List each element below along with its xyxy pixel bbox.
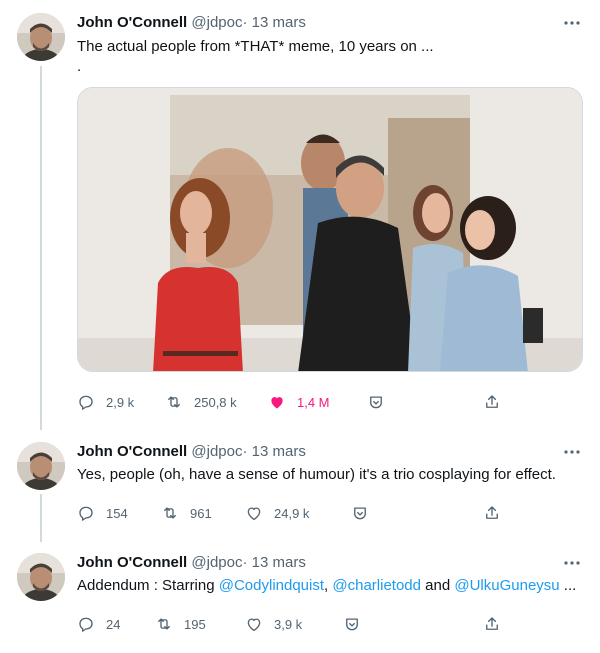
- tweet-text-prefix: Addendum : Starring: [77, 577, 219, 594]
- tweet-date[interactable]: 13 mars: [252, 14, 306, 31]
- author-name[interactable]: John O'Connell: [77, 554, 187, 571]
- tweet-text-line: The actual people from *THAT* meme, 10 y…: [77, 38, 434, 55]
- separator-dot: ·: [242, 443, 248, 460]
- tweet-header: John O'Connell @jdpoc· 13 mars: [77, 13, 306, 33]
- heart-filled-icon: [271, 397, 283, 409]
- avatar[interactable]: [17, 553, 65, 601]
- like-button[interactable]: 3,9 k: [245, 614, 302, 634]
- reply-icon: [79, 506, 93, 521]
- bookmark-button[interactable]: [367, 392, 385, 412]
- retweet-count: 195: [184, 616, 206, 632]
- like-count: 24,9 k: [274, 505, 310, 521]
- retweet-button[interactable]: 250,8 k: [165, 392, 237, 412]
- reply-button[interactable]: 154: [77, 503, 128, 523]
- tweet-text: Yes, people (oh, have a sense of humour)…: [77, 466, 556, 483]
- tweet-header: John O'Connell @jdpoc· 13 mars: [77, 442, 306, 462]
- retweet-count: 250,8 k: [194, 394, 237, 410]
- separator-dot: ·: [242, 14, 248, 31]
- bookmark-button[interactable]: [343, 614, 361, 634]
- retweet-button[interactable]: 195: [155, 614, 206, 634]
- tweet-date[interactable]: 13 mars: [252, 443, 306, 460]
- author-handle[interactable]: @jdpoc: [191, 443, 242, 460]
- tweet-text-suffix: ...: [559, 577, 577, 594]
- retweet-button[interactable]: 961: [161, 503, 212, 523]
- bookmark-icon: [346, 618, 358, 631]
- tweet-actions: 24 195 3,9 k: [77, 614, 517, 634]
- reply-icon: [79, 617, 93, 632]
- tweet[interactable]: John O'Connell @jdpoc· 13 mars Addendum …: [0, 540, 600, 653]
- mention-link[interactable]: @UlkuGuneysu: [454, 577, 559, 594]
- bookmark-icon: [370, 396, 382, 409]
- avatar-photo: [17, 13, 65, 61]
- author-handle[interactable]: @jdpoc: [191, 14, 242, 31]
- tweet-text: The actual people from *THAT* meme, 10 y…: [77, 37, 582, 77]
- reply-count: 24: [106, 616, 121, 632]
- like-button[interactable]: 24,9 k: [245, 503, 309, 523]
- tweet-text-separator: and: [420, 577, 455, 594]
- retweet-icon: [164, 507, 176, 519]
- tweet-text-line: .: [77, 58, 82, 75]
- bookmark-button[interactable]: [351, 503, 369, 523]
- tweet-text: Addendum : Starring @Codylindquist, @cha…: [77, 576, 582, 596]
- reply-count: 2,9 k: [106, 394, 135, 410]
- tweet-date[interactable]: 13 mars: [252, 554, 306, 571]
- tweet-header: John O'Connell @jdpoc· 13 mars: [77, 553, 306, 573]
- avatar-photo: [17, 553, 65, 601]
- more-options-icon[interactable]: [562, 442, 582, 462]
- like-count: 1,4 M: [297, 394, 330, 410]
- share-button[interactable]: [483, 503, 501, 523]
- tweet-media-photo[interactable]: [77, 87, 583, 372]
- share-button[interactable]: [483, 392, 501, 412]
- avatar-photo: [17, 442, 65, 490]
- share-icon: [486, 506, 498, 519]
- reply-button[interactable]: 2,9 k: [77, 392, 134, 412]
- separator-dot: ·: [242, 554, 248, 571]
- tweet[interactable]: John O'Connell @jdpoc· 13 mars The actua…: [0, 0, 600, 430]
- tweet-actions: 2,9 k 250,8 k 1,4 M: [77, 392, 517, 412]
- author-handle[interactable]: @jdpoc: [191, 554, 242, 571]
- reply-icon: [79, 395, 93, 410]
- tweet[interactable]: John O'Connell @jdpoc· 13 mars Yes, peop…: [0, 430, 600, 540]
- share-button[interactable]: [483, 614, 501, 634]
- like-button[interactable]: 1,4 M: [268, 392, 330, 412]
- retweet-count: 961: [190, 505, 212, 521]
- meme-photo: [78, 88, 582, 371]
- more-options-icon[interactable]: [562, 13, 582, 33]
- author-name[interactable]: John O'Connell: [77, 443, 187, 460]
- bookmark-icon: [354, 507, 366, 520]
- heart-icon: [247, 507, 261, 521]
- reply-count: 154: [106, 505, 128, 521]
- avatar[interactable]: [17, 442, 65, 490]
- more-options-icon[interactable]: [562, 553, 582, 573]
- heart-icon: [247, 618, 261, 632]
- reply-button[interactable]: 24: [77, 614, 120, 634]
- tweet-actions: 154 961 24,9 k: [77, 503, 517, 523]
- like-count: 3,9 k: [274, 616, 303, 632]
- mention-link[interactable]: @Codylindquist: [219, 577, 324, 594]
- author-name[interactable]: John O'Connell: [77, 14, 187, 31]
- share-icon: [486, 395, 498, 408]
- retweet-icon: [158, 618, 170, 630]
- retweet-icon: [168, 396, 180, 408]
- share-icon: [486, 617, 498, 630]
- avatar[interactable]: [17, 13, 65, 61]
- mention-link[interactable]: @charlietodd: [332, 577, 421, 594]
